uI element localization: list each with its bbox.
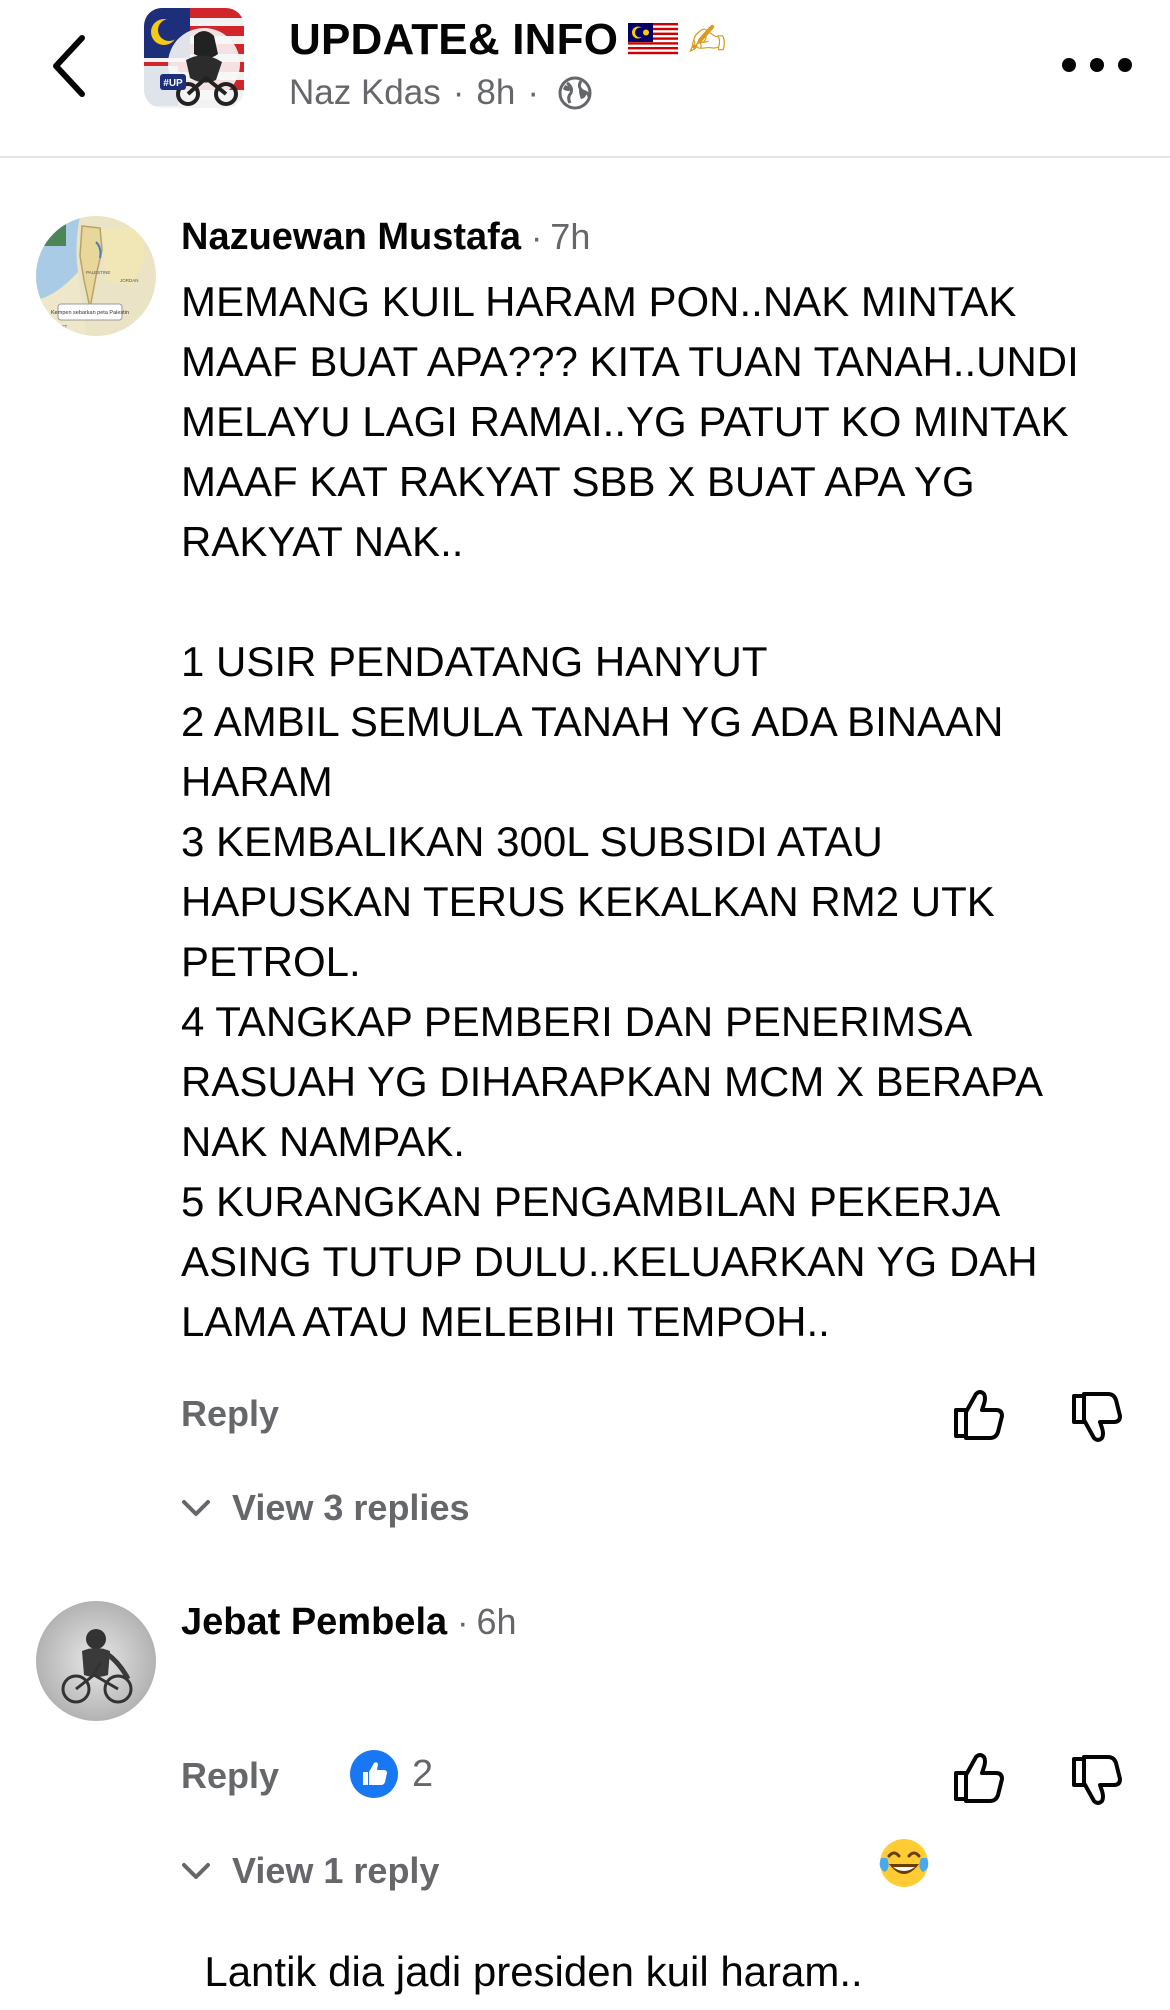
more-options-button[interactable]: [1062, 45, 1132, 85]
back-button[interactable]: [44, 28, 100, 104]
thumbs-down-icon: [1072, 1755, 1122, 1805]
view-replies-label: View 3 replies: [232, 1487, 470, 1528]
like-reaction-icon: [350, 1750, 398, 1798]
like-button[interactable]: [950, 1386, 1006, 1442]
thumbs-down-icon: [1072, 1392, 1122, 1442]
view-replies-button[interactable]: View 1 reply: [178, 1850, 439, 1892]
comment-time[interactable]: 7h: [550, 216, 590, 258]
svg-text:#UP: #UP: [163, 78, 183, 89]
comment-author[interactable]: Jebat Pembela: [181, 1601, 447, 1644]
thumbs-up-icon: [954, 1753, 1004, 1803]
laughing-tears-emoji-icon: [877, 1716, 931, 1887]
view-replies-label: View 1 reply: [232, 1850, 440, 1891]
comment-header: Nazuewan Mustafa · 7h: [181, 216, 590, 259]
meta-separator: ·: [452, 73, 465, 112]
globe-icon: [557, 75, 593, 111]
like-count: 2: [412, 1752, 434, 1795]
comment-text: MEMANG KUIL HARAM PON..NAK MINTAK MAAF B…: [181, 278, 1079, 1345]
meta-separator: ·: [530, 219, 543, 257]
comment-time[interactable]: 6h: [476, 1601, 516, 1643]
chevron-down-icon: [178, 1853, 214, 1889]
comment-header: Jebat Pembela · 6h: [181, 1601, 517, 1644]
group-avatar[interactable]: #UP: [142, 6, 268, 118]
chevron-left-icon: [53, 35, 85, 97]
post-meta: Naz Kdas · 8h ·: [289, 68, 593, 118]
meta-separator: ·: [457, 1604, 469, 1642]
commenter-avatar[interactable]: Kempen sebarkan peta Palestin PALESTINE …: [36, 216, 156, 336]
view-replies-button[interactable]: View 3 replies: [178, 1487, 469, 1529]
commenter-avatar[interactable]: [36, 1601, 156, 1721]
reply-button[interactable]: Reply: [181, 1755, 279, 1797]
post-header: #UP UPDATE& INFO ✍ Naz Kdas · 8h ·: [0, 0, 1170, 158]
malaysia-flag-icon: [628, 23, 679, 57]
post-age[interactable]: 8h: [476, 73, 515, 113]
more-options-icon: [1062, 58, 1076, 72]
meta-separator: ·: [527, 73, 539, 112]
poster-name[interactable]: Naz Kdas: [289, 73, 441, 113]
avatar-caption: Kempen sebarkan peta Palestin: [51, 310, 129, 316]
like-button[interactable]: [950, 1749, 1006, 1805]
like-count-badge[interactable]: 2: [350, 1750, 433, 1798]
writing-hand-icon: ✍: [688, 14, 727, 66]
thumbs-up-icon: [954, 1390, 1004, 1440]
map-label: EGYPT: [52, 324, 68, 329]
dislike-button[interactable]: [1068, 1753, 1124, 1809]
comment-text: Lantik dia jadi presiden kuil haram..: [204, 1948, 863, 1995]
map-label: PALESTINE: [86, 270, 110, 275]
comment-text-row: Lantik dia jadi presiden kuil haram..: [181, 1656, 1081, 2002]
more-options-icon: [1090, 58, 1104, 72]
dislike-button[interactable]: [1068, 1390, 1124, 1446]
map-label: JORDAN: [120, 278, 139, 283]
group-title-row: UPDATE& INFO ✍: [289, 10, 727, 70]
comment-author[interactable]: Nazuewan Mustafa: [181, 216, 521, 259]
group-name[interactable]: UPDATE& INFO: [289, 15, 618, 65]
reply-button[interactable]: Reply: [181, 1393, 279, 1435]
chevron-down-icon: [178, 1490, 214, 1526]
more-options-icon: [1118, 58, 1132, 72]
